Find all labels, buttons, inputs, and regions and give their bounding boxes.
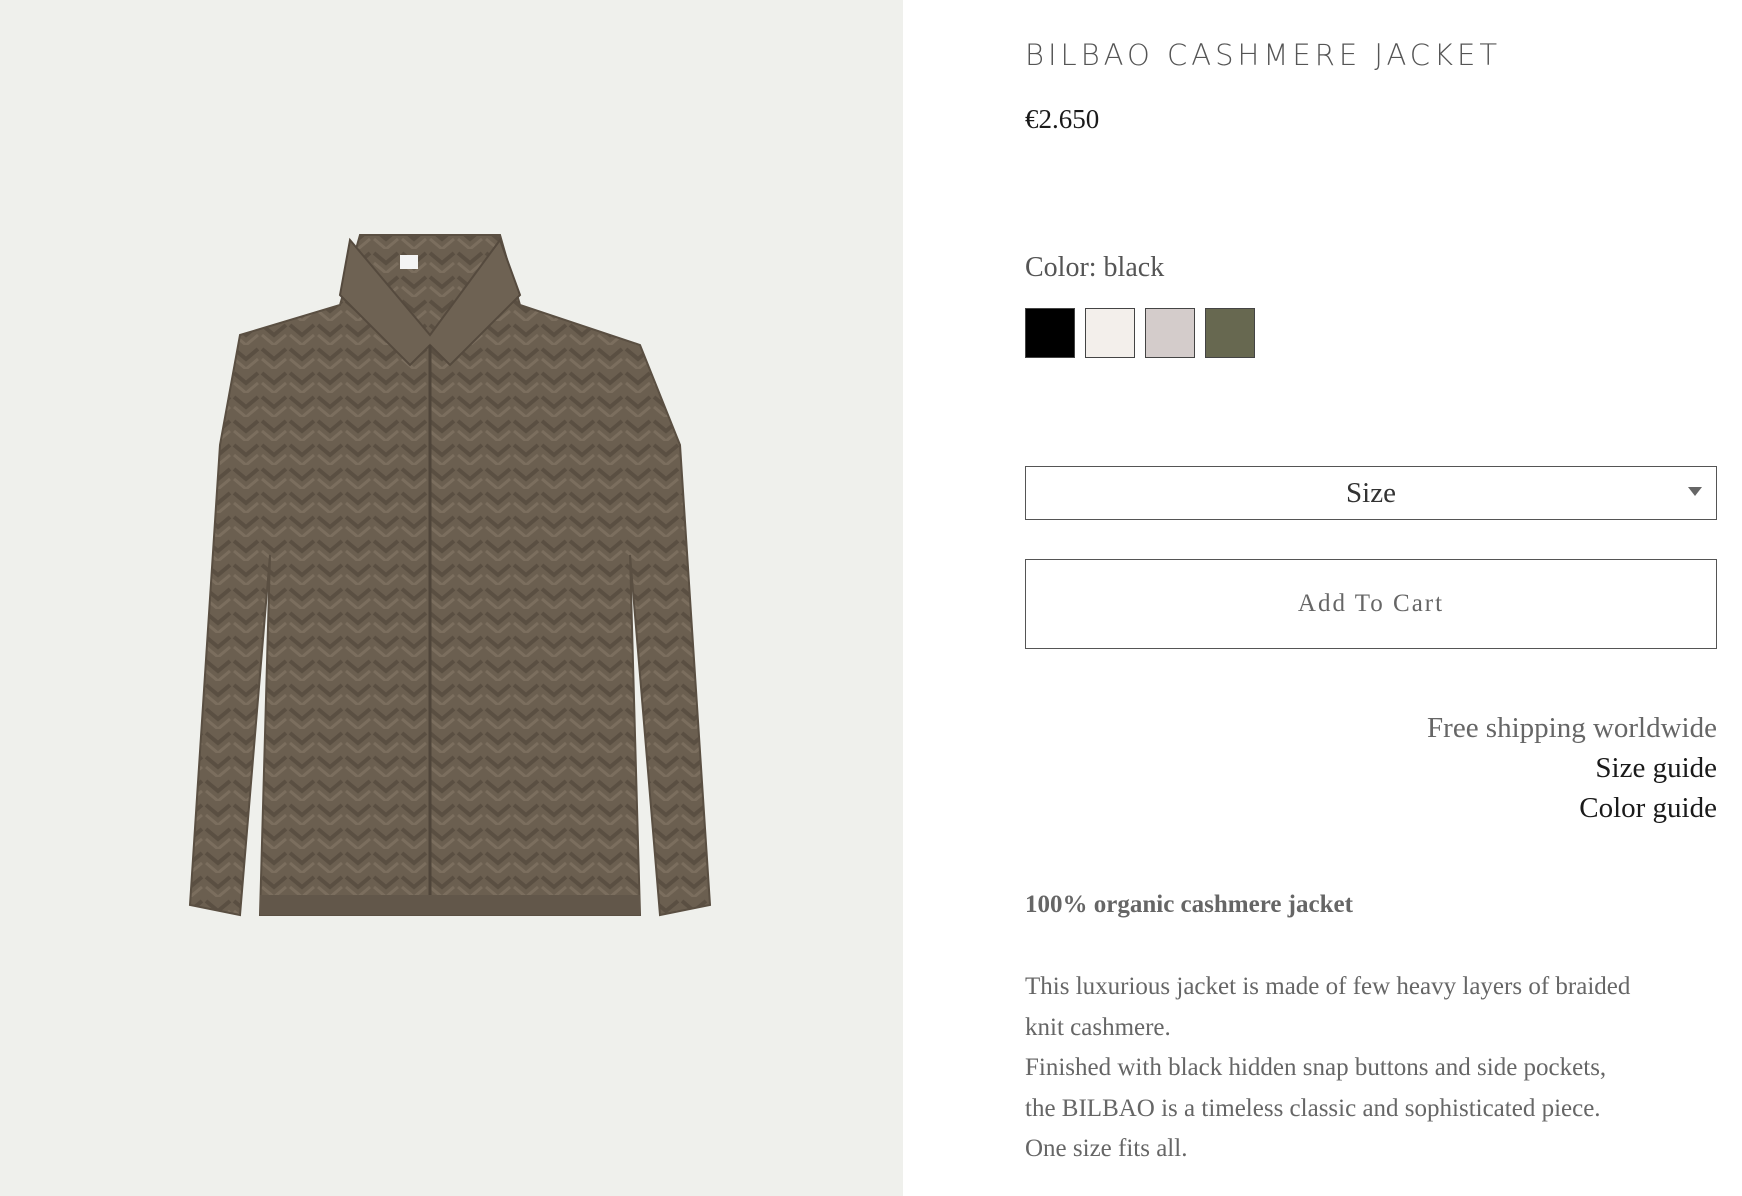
description-heading: 100% organic cashmere jacket bbox=[1025, 891, 1353, 918]
product-image-panel bbox=[0, 0, 903, 1196]
size-select[interactable]: Size bbox=[1025, 466, 1717, 520]
description-line: Finished with black hidden snap buttons … bbox=[1025, 1054, 1607, 1081]
add-to-cart-button[interactable]: Add To Cart bbox=[1025, 559, 1717, 649]
free-shipping-text: Free shipping worldwide bbox=[1427, 712, 1717, 744]
color-swatch-olive[interactable] bbox=[1205, 308, 1255, 358]
description-line: One size fits all. bbox=[1025, 1135, 1188, 1162]
description-body: This luxurious jacket is made of few hea… bbox=[1025, 967, 1725, 1170]
description-line: the BILBAO is a timeless classic and sop… bbox=[1025, 1094, 1601, 1122]
description-line: This luxurious jacket is made of few hea… bbox=[1025, 973, 1631, 1000]
color-swatches bbox=[1025, 308, 1255, 358]
color-swatch-grey[interactable] bbox=[1145, 308, 1195, 358]
size-select-label: Size bbox=[1346, 476, 1396, 509]
color-swatch-black[interactable] bbox=[1025, 308, 1075, 358]
info-links: Free shipping worldwide Size guide Color… bbox=[1427, 708, 1717, 828]
size-guide-link[interactable]: Size guide bbox=[1427, 748, 1717, 788]
chevron-down-icon bbox=[1688, 487, 1702, 496]
color-label: Color: black bbox=[1025, 252, 1165, 283]
product-price: €2.650 bbox=[1025, 104, 1100, 134]
color-swatch-white[interactable] bbox=[1085, 308, 1135, 358]
color-guide-link[interactable]: Color guide bbox=[1427, 788, 1717, 828]
description-line: knit cashmere. bbox=[1025, 1013, 1171, 1041]
product-image[interactable] bbox=[120, 225, 770, 1025]
product-title: BILBAO CASHMERE JACKET bbox=[1025, 38, 1502, 72]
